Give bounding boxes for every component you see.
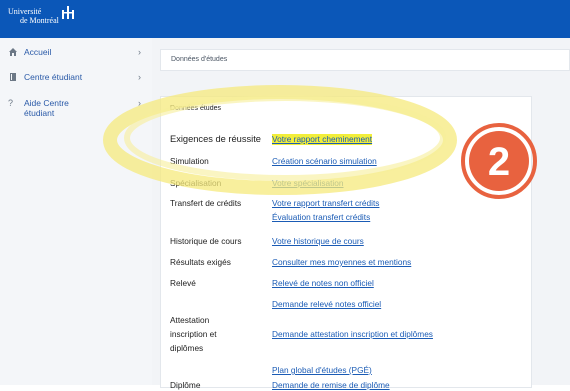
link-rapport-transfert[interactable]: Votre rapport transfert crédits [272,198,379,209]
link-moyennes-mentions[interactable]: Consulter mes moyennes et mentions [272,257,411,268]
chevron-right-icon: › [138,98,141,108]
step-number-badge: 2 [461,123,537,199]
breadcrumb: Données d'études [160,49,570,71]
row-label-releve: Relevé [170,278,196,288]
row-label-simulation: Simulation [170,156,209,166]
badge-number-text: 2 [488,140,510,184]
row-label-specialisation: Spécialisation [170,178,222,188]
row-label-transfert: Transfert de crédits [170,198,242,208]
row-label-attestation-1: Attestation [170,315,210,325]
link-historique-cours[interactable]: Votre historique de cours [272,236,364,247]
logo-line-1: Université [8,7,42,16]
link-plan-global[interactable]: Plan global d'études (PGÉ) [272,365,372,376]
sidebar-item-label: Centre étudiant [24,72,83,82]
university-logo[interactable]: Université de Montréal [8,7,59,25]
row-label-exigences: Exigences de réussite [170,134,261,144]
book-icon [8,72,18,82]
sidebar-item-label: Accueil [24,47,52,57]
home-icon [8,47,18,57]
link-creation-scenario[interactable]: Création scénario simulation [272,156,377,167]
chevron-right-icon: › [138,47,141,57]
link-evaluation-transfert[interactable]: Évaluation transfert crédits [272,212,370,223]
link-remise-diplome[interactable]: Demande de remise de diplôme [272,380,390,391]
top-header-bar: Université de Montréal [0,0,570,38]
main-content: Données d'études Données études Exigence… [152,38,570,390]
link-attestation-diplomes[interactable]: Demande attestation inscription et diplô… [272,329,433,340]
sidebar-item-label-line2: étudiant [24,108,55,118]
link-releve-non-officiel[interactable]: Relevé de notes non officiel [272,278,374,289]
link-specialisation[interactable]: Votre spécialisation [272,178,344,189]
logo-line-2: de Montréal [20,16,59,25]
sidebar-item-label-line1: Aide Centre [24,98,69,108]
sidebar-item-label-wrap: Aide Centre étudiant [24,98,69,118]
row-label-diplome: Diplôme [170,380,201,390]
university-crest-icon [62,6,74,19]
link-rapport-cheminement[interactable]: Votre rapport cheminement [272,134,373,145]
sidebar: Accueil › Centre étudiant › ? Aide Centr… [0,38,152,385]
card-title: Données études [170,105,221,112]
chevron-right-icon: › [138,72,141,82]
breadcrumb-text: Données d'études [171,56,228,63]
question-icon: ? [8,98,14,108]
row-label-attestation-3: diplômes [170,343,204,353]
row-label-historique: Historique de cours [170,236,242,246]
row-label-resultats: Résultats exigés [170,257,231,267]
link-releve-officiel[interactable]: Demande relevé notes officiel [272,299,381,310]
row-label-attestation-2: inscription et [170,329,217,339]
